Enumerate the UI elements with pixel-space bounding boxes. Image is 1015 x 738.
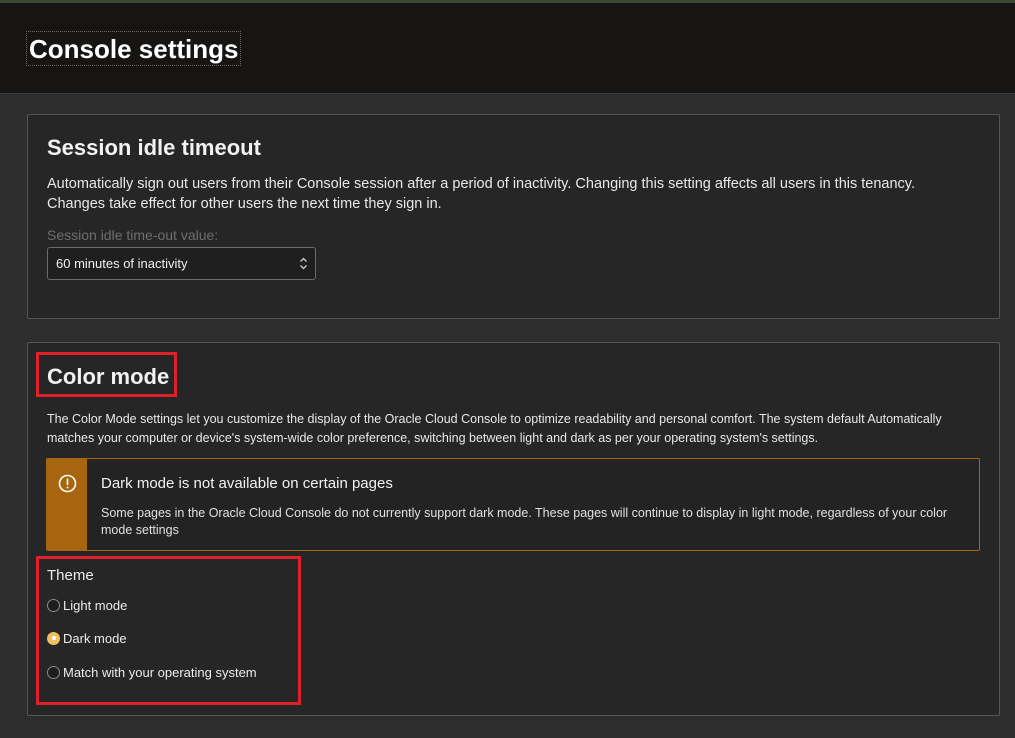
page-title: Console settings xyxy=(26,31,242,66)
session-timeout-description: Automatically sign out users from their … xyxy=(47,176,916,212)
warning-circle-icon xyxy=(58,474,77,493)
highlight-box-theme xyxy=(36,556,301,705)
alert-title: Dark mode is not available on certain pa… xyxy=(101,475,393,492)
session-timeout-select[interactable]: 60 minutes of inactivity xyxy=(47,247,316,280)
alert-body: Some pages in the Oracle Cloud Console d… xyxy=(101,506,948,537)
session-timeout-title: Session idle timeout xyxy=(47,135,261,160)
session-idle-timeout-card: Session idle timeout Automatically sign … xyxy=(27,114,1000,319)
alert-side-bar xyxy=(47,459,87,550)
page-header: Console settings xyxy=(0,3,1015,94)
color-mode-description: The Color Mode settings let you customiz… xyxy=(47,412,942,445)
up-down-chevron-icon xyxy=(300,257,307,270)
session-timeout-select-value: 60 minutes of inactivity xyxy=(56,256,188,271)
session-timeout-field-label: Session idle time-out value: xyxy=(47,227,219,243)
dark-mode-warning-alert: Dark mode is not available on certain pa… xyxy=(46,458,980,551)
highlight-box-color-mode-title xyxy=(36,352,177,397)
